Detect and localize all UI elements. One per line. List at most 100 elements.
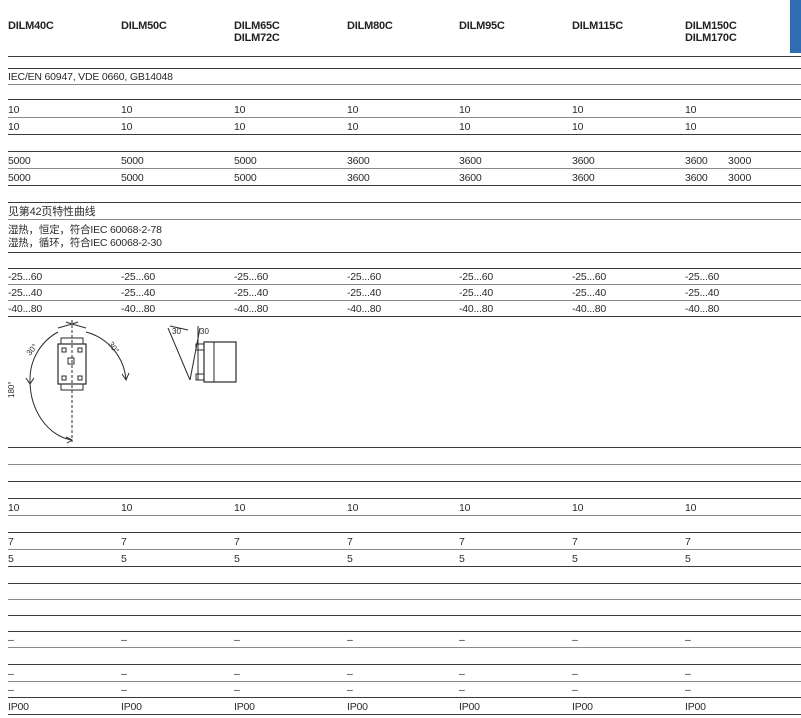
table-cell: 5: [121, 553, 127, 565]
table-cell: 5000: [121, 172, 144, 184]
header-col-6: DILM115C: [572, 20, 623, 32]
table-cell: 3000: [728, 172, 752, 184]
table-cell: –: [8, 684, 14, 696]
header-col-3: DILM65C DILM72C: [234, 20, 280, 44]
rule: [8, 532, 801, 533]
table-cell: 3600: [459, 172, 482, 184]
table-cell: -40...80: [121, 303, 156, 315]
table-cell: –: [234, 668, 240, 680]
rule: [8, 68, 801, 69]
table-cell: –: [459, 634, 465, 646]
rule: [8, 316, 801, 317]
table-cell: 10: [459, 121, 471, 133]
rule: [8, 151, 801, 152]
table-cell: 3600: [572, 155, 595, 167]
table-cell: 5: [459, 553, 465, 565]
table-cell: IP00: [459, 701, 480, 713]
table-cell: -40...80: [685, 303, 720, 315]
table-cell: -40...80: [8, 303, 43, 315]
table-cell: 5000: [8, 172, 31, 184]
table-cell: 10: [685, 104, 697, 116]
table-cell: 7: [8, 536, 14, 548]
table-row: 5 5 5 5 5 5 5: [0, 553, 801, 565]
table-cell: 10: [234, 121, 246, 133]
table-cell: 10: [347, 121, 359, 133]
rule: [8, 566, 801, 567]
table-cell: –: [572, 668, 578, 680]
table-cell: 3600: [685, 172, 708, 184]
table-row: IP00 IP00 IP00 IP00 IP00 IP00 IP00: [0, 701, 801, 713]
rule: [8, 284, 801, 285]
table-cell: -25...40: [347, 287, 382, 299]
table-row: 10 10 10 10 10 10 10: [0, 104, 801, 116]
table-cell: 10: [685, 121, 697, 133]
table-cell: 10: [459, 502, 471, 514]
rule: [8, 219, 801, 220]
standards-text: IEC/EN 60947, VDE 0660, GB14048: [8, 71, 173, 83]
table-row: 5000 5000 5000 3600 3600 3600 3600 3000: [0, 172, 801, 184]
table-cell: 7: [685, 536, 691, 548]
table-row: 10 10 10 10 10 10 10: [0, 121, 801, 133]
header-col-4: DILM80C: [347, 20, 393, 32]
header-col-1: DILM40C: [8, 20, 54, 32]
table-row: – – – – – – –: [0, 634, 801, 646]
table-cell: –: [121, 634, 127, 646]
table-cell: –: [8, 634, 14, 646]
table-cell: -25...60: [572, 271, 607, 283]
rule: [8, 84, 801, 85]
table-cell: 3600: [685, 155, 708, 167]
rule: [8, 515, 801, 516]
table-cell: –: [8, 668, 14, 680]
table-cell: IP00: [685, 701, 706, 713]
table-cell: 10: [572, 104, 584, 116]
angle-label-left: 30°: [25, 342, 40, 357]
table-cell: 5: [685, 553, 691, 565]
rule: [8, 498, 801, 499]
table-cell: 7: [121, 536, 127, 548]
table-cell: –: [121, 684, 127, 696]
rule: [8, 599, 801, 600]
table-cell: 5: [234, 553, 240, 565]
table-cell: -25...60: [121, 271, 156, 283]
header-col-7: DILM150C DILM170C: [685, 20, 737, 44]
rule: [8, 56, 801, 57]
table-cell: 7: [459, 536, 465, 548]
table-cell: –: [234, 634, 240, 646]
table-cell: IP00: [234, 701, 255, 713]
rule: [8, 300, 801, 301]
dimension-label-left: 30: [172, 327, 181, 336]
table-cell: 10: [234, 104, 246, 116]
table-cell: 10: [685, 502, 697, 514]
table-cell: 5: [8, 553, 14, 565]
rotation-diagram: [25, 320, 130, 444]
table-cell: –: [572, 684, 578, 696]
table-cell: -40...80: [572, 303, 607, 315]
table-cell: 10: [347, 502, 359, 514]
accent-bar: [790, 0, 801, 53]
climate-note-constant: 湿热，恒定，符合IEC 60068-2-78: [8, 224, 162, 236]
rule: [8, 631, 801, 632]
table-cell: 5: [572, 553, 578, 565]
table-cell: IP00: [347, 701, 368, 713]
table-cell: 10: [121, 121, 133, 133]
table-cell: -25...60: [8, 271, 43, 283]
table-cell: 3000: [728, 155, 752, 167]
rule: [8, 664, 801, 665]
table-cell: 10: [121, 104, 133, 116]
rule: [8, 583, 801, 584]
table-cell: 10: [234, 502, 246, 514]
rule: [8, 134, 801, 135]
rule: [8, 681, 801, 682]
table-cell: 5: [347, 553, 353, 565]
table-cell: -40...80: [234, 303, 269, 315]
climate-note-cyclic: 湿热，循环，符合IEC 60068-2-30: [8, 237, 162, 249]
table-cell: -25...40: [8, 287, 43, 299]
table-cell: IP00: [8, 701, 29, 713]
table-cell: 3600: [347, 172, 370, 184]
rule: [8, 615, 801, 616]
table-cell: 10: [459, 104, 471, 116]
table-cell: -25...40: [234, 287, 269, 299]
table-cell: 10: [8, 121, 20, 133]
table-row: 7 7 7 7 7 7 7: [0, 536, 801, 548]
table-cell: 3600: [347, 155, 370, 167]
